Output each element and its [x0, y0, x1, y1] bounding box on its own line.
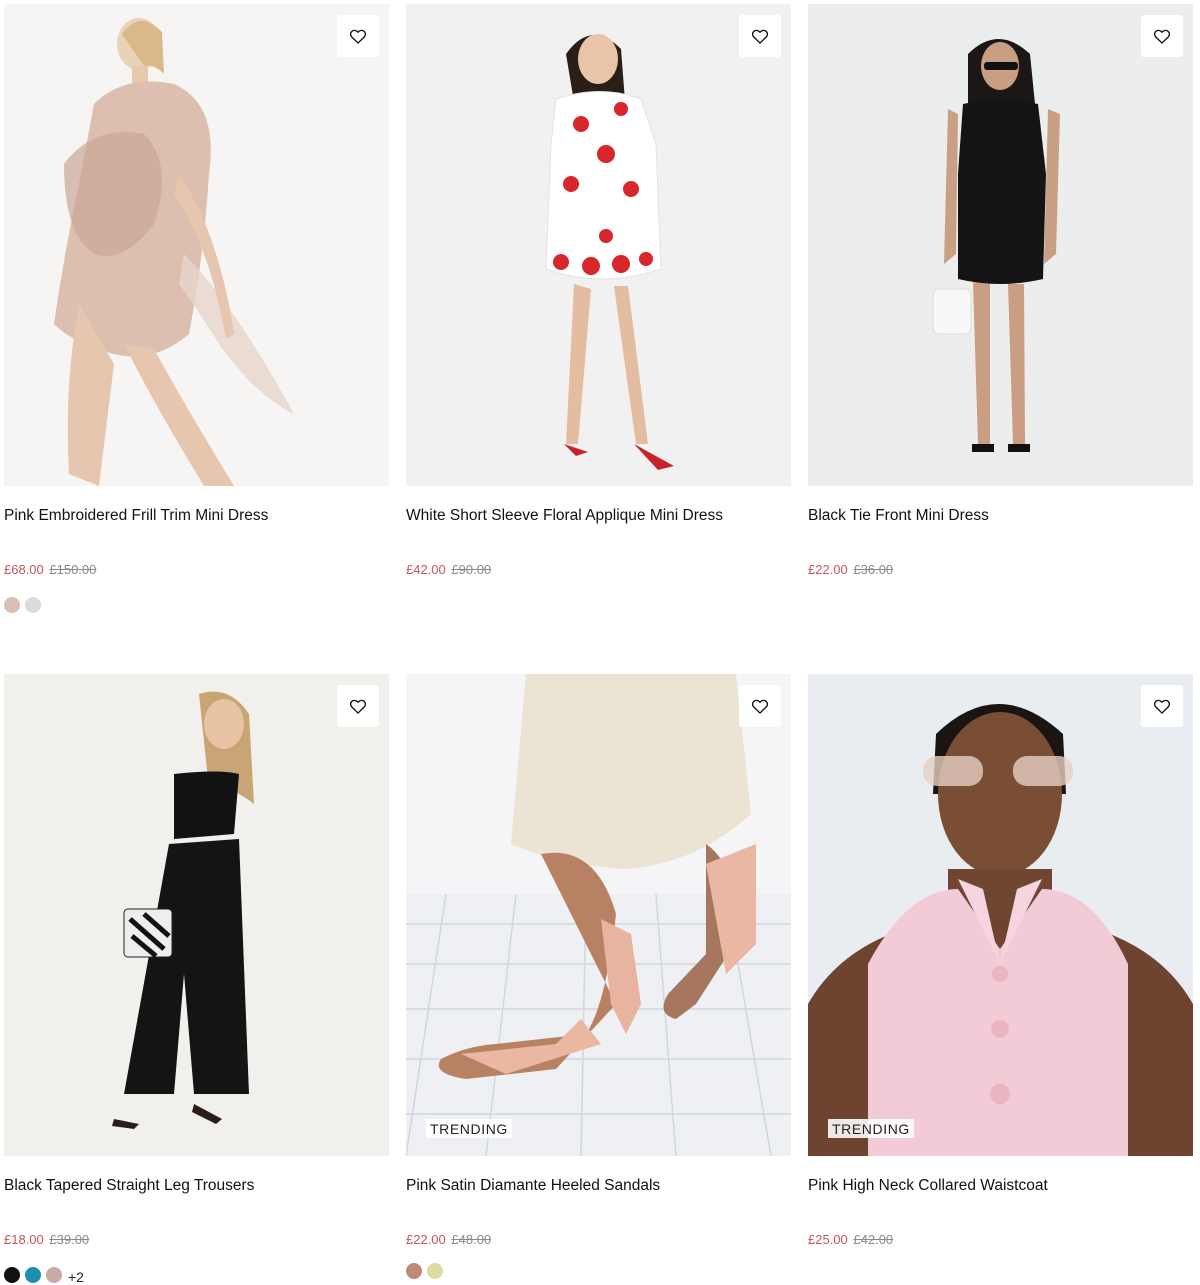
sale-price: £18.00	[4, 1232, 44, 1247]
product-photo	[808, 4, 1193, 486]
color-swatch[interactable]	[46, 1267, 62, 1283]
wishlist-button[interactable]	[1141, 15, 1183, 57]
product-card[interactable]: TRENDING Pink Satin Diamante Heeled Sand…	[406, 674, 791, 1280]
more-colors-count[interactable]: +2	[68, 1269, 84, 1285]
original-price: £48.00	[451, 1232, 492, 1247]
color-swatches: +2	[4, 1266, 389, 1285]
product-title[interactable]: White Short Sleeve Floral Applique Mini …	[406, 507, 791, 525]
original-price: £90.00	[451, 562, 492, 577]
product-card[interactable]: Black Tapered Straight Leg Trousers £18.…	[4, 674, 389, 1285]
product-photo	[406, 674, 791, 1156]
product-photo	[4, 4, 389, 486]
wishlist-button[interactable]	[337, 15, 379, 57]
product-photo	[808, 674, 1193, 1156]
heart-outline-icon	[349, 29, 367, 44]
product-title[interactable]: Pink High Neck Collared Waistcoat	[808, 1177, 1193, 1195]
color-swatches	[4, 596, 389, 614]
product-price: £22.00 £48.00	[406, 1232, 791, 1248]
color-swatch[interactable]	[25, 597, 41, 613]
sale-price: £25.00	[808, 1232, 848, 1247]
product-image[interactable]: TRENDING	[406, 674, 791, 1156]
product-photo	[4, 674, 389, 1156]
product-card[interactable]: Pink Embroidered Frill Trim Mini Dress £…	[4, 4, 389, 614]
product-title[interactable]: Pink Embroidered Frill Trim Mini Dress	[4, 507, 389, 525]
product-image[interactable]	[808, 4, 1193, 486]
product-title[interactable]: Black Tie Front Mini Dress	[808, 507, 1193, 525]
product-price: £18.00 £39.00	[4, 1232, 389, 1248]
color-swatch[interactable]	[4, 1267, 20, 1283]
heart-outline-icon	[349, 699, 367, 714]
heart-outline-icon	[1153, 29, 1171, 44]
product-grid: Pink Embroidered Frill Trim Mini Dress £…	[0, 0, 1200, 1285]
color-swatch[interactable]	[25, 1267, 41, 1283]
product-price: £22.00 £36.00	[808, 562, 1193, 578]
wishlist-button[interactable]	[337, 685, 379, 727]
trending-badge: TRENDING	[828, 1119, 914, 1138]
color-swatch[interactable]	[4, 597, 20, 613]
color-swatch[interactable]	[406, 1263, 422, 1279]
original-price: £150.00	[49, 562, 97, 577]
sale-price: £42.00	[406, 562, 446, 577]
original-price: £42.00	[853, 1232, 894, 1247]
wishlist-button[interactable]	[739, 685, 781, 727]
original-price: £39.00	[49, 1232, 90, 1247]
product-image[interactable]	[4, 4, 389, 486]
product-price: £25.00 £42.00	[808, 1232, 1193, 1248]
color-swatches	[406, 1262, 791, 1280]
heart-outline-icon	[751, 29, 769, 44]
heart-outline-icon	[751, 699, 769, 714]
trending-badge: TRENDING	[426, 1119, 512, 1138]
product-price: £68.00 £150.00	[4, 562, 389, 578]
sale-price: £22.00	[808, 562, 848, 577]
product-title[interactable]: Pink Satin Diamante Heeled Sandals	[406, 1177, 791, 1195]
color-swatch[interactable]	[427, 1263, 443, 1279]
heart-outline-icon	[1153, 699, 1171, 714]
wishlist-button[interactable]	[739, 15, 781, 57]
product-image[interactable]: TRENDING	[808, 674, 1193, 1156]
wishlist-button[interactable]	[1141, 685, 1183, 727]
product-photo	[406, 4, 791, 486]
product-image[interactable]	[406, 4, 791, 486]
product-image[interactable]	[4, 674, 389, 1156]
original-price: £36.00	[853, 562, 894, 577]
product-card[interactable]: TRENDING Pink High Neck Collared Waistco…	[808, 674, 1193, 1248]
product-title[interactable]: Black Tapered Straight Leg Trousers	[4, 1177, 389, 1195]
product-card[interactable]: Black Tie Front Mini Dress £22.00 £36.00	[808, 4, 1193, 578]
sale-price: £22.00	[406, 1232, 446, 1247]
product-price: £42.00 £90.00	[406, 562, 791, 578]
sale-price: £68.00	[4, 562, 44, 577]
product-card[interactable]: White Short Sleeve Floral Applique Mini …	[406, 4, 791, 578]
